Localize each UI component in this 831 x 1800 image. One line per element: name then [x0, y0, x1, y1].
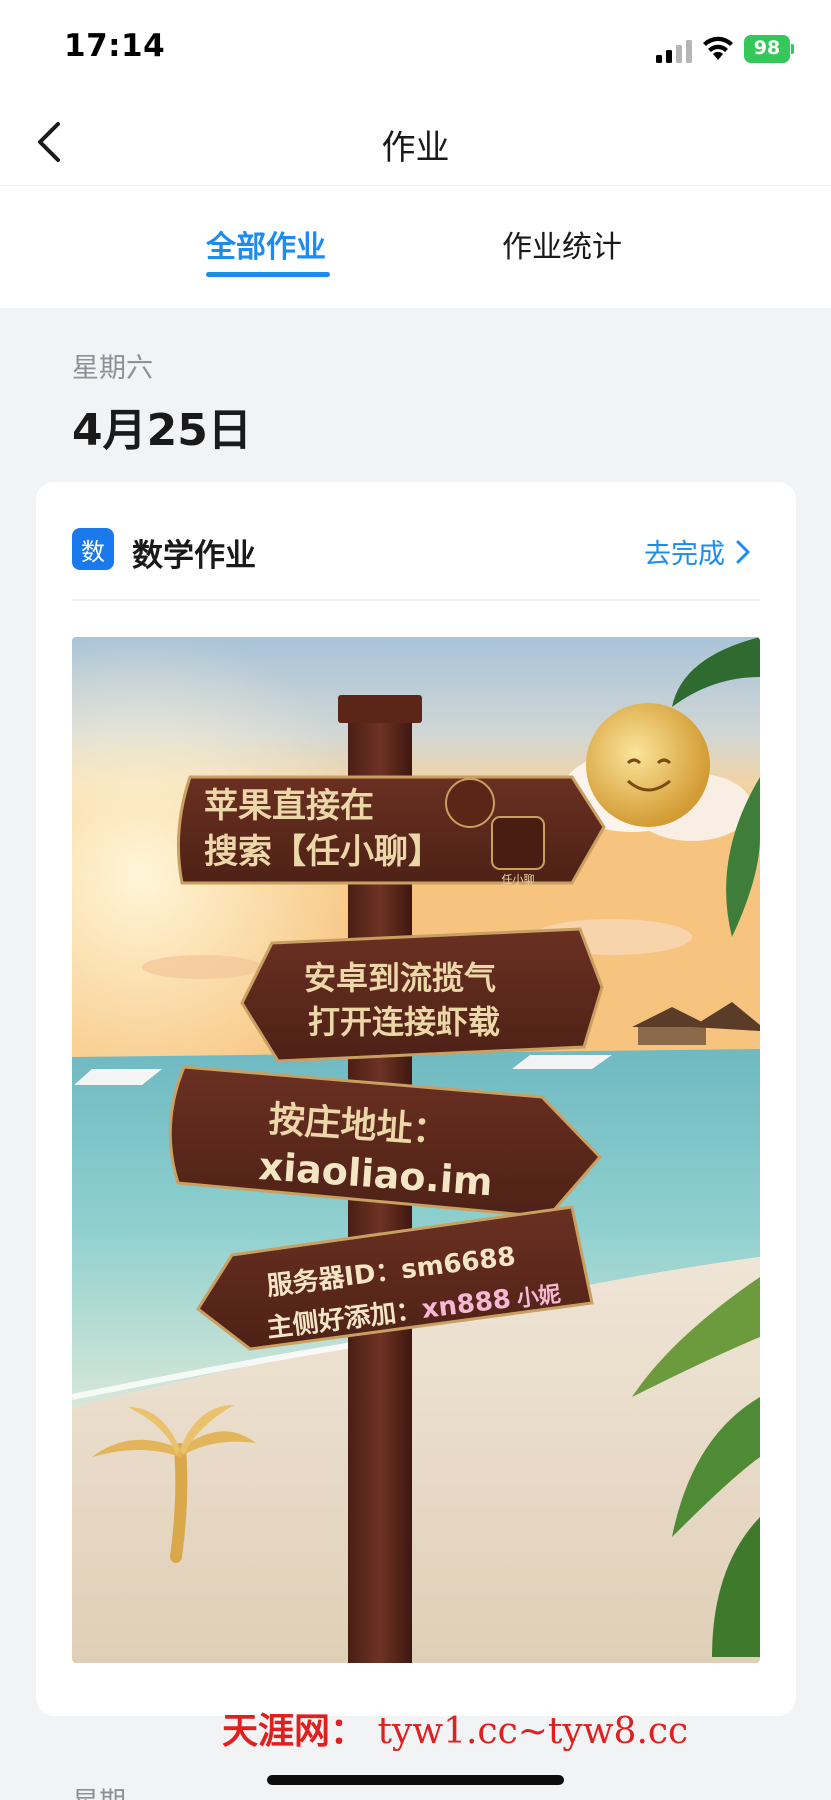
sign1-line1: 苹果直接在 — [204, 786, 374, 826]
nav-bar: 作业 — [0, 100, 831, 186]
battery-level: 98 — [753, 37, 781, 59]
battery-indicator: 98 — [744, 35, 794, 63]
go-complete-label: 去完成 — [644, 539, 725, 570]
math-subject-icon: 数 — [72, 528, 114, 570]
sun-decoration — [586, 703, 710, 827]
sign4-line2-name: 小妮 — [515, 1281, 562, 1312]
watermark: 天涯网： tyw1.cc~tyw8.cc — [222, 1702, 688, 1754]
page-title: 作业 — [381, 128, 450, 168]
status-bar: 17:14 98 — [0, 0, 831, 100]
next-weekday-label: 星期 — [72, 1780, 126, 1800]
tab-homework-stats[interactable]: 作业统计 — [502, 222, 622, 266]
tab-all-homework[interactable]: 全部作业 — [206, 222, 326, 266]
watermark-urls: tyw1.cc~tyw8.cc — [377, 1711, 689, 1752]
weekday-label: 星期六 — [72, 353, 153, 384]
sign2-line1: 安卓到流揽气 — [304, 959, 496, 997]
sign2-line2: 打开连接虾载 — [308, 1003, 500, 1041]
subject-name: 数学作业 — [132, 538, 256, 574]
home-indicator — [267, 1775, 564, 1785]
date-label: 4月25日 — [72, 405, 252, 456]
battery-cap — [791, 44, 794, 54]
active-tab-indicator — [206, 272, 330, 277]
sign1-line2: 搜索【任小聊】 — [204, 832, 442, 872]
card-divider — [72, 599, 760, 601]
status-time: 17:14 — [64, 28, 166, 64]
beach-signpost-illustration: 苹果直接在 搜索【任小聊】 任小聊 安卓到流揽气 打开连接虾载 按庄地址： xi… — [72, 637, 760, 1663]
watermark-site-name: 天涯网： — [222, 1710, 367, 1752]
chevron-right-icon — [736, 540, 750, 563]
homework-card: 数 数学作业 去完成 苹果直接在 搜索【任小聊】 任小聊 安卓到流揽气 打开连接… — [36, 482, 796, 1716]
cellular-signal-icon — [656, 40, 692, 63]
tab-bar: 全部作业 作业统计 — [0, 186, 831, 308]
go-complete-button[interactable]: 去完成 — [644, 532, 751, 571]
wifi-icon — [703, 36, 733, 60]
sign1-app-caption: 任小聊 — [502, 872, 535, 886]
homework-image[interactable]: 苹果直接在 搜索【任小聊】 任小聊 安卓到流揽气 打开连接虾载 按庄地址： xi… — [72, 637, 760, 1663]
